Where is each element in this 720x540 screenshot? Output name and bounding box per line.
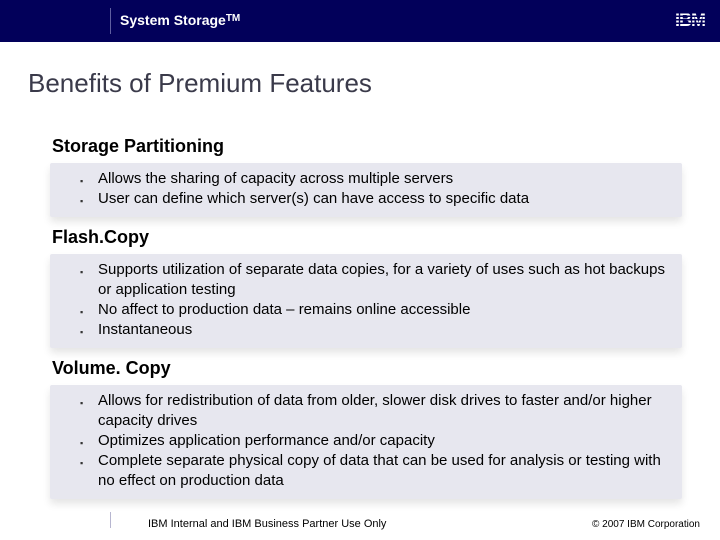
content: Storage Partitioning Allows the sharing … bbox=[50, 128, 682, 501]
list-item: Supports utilization of separate data co… bbox=[58, 260, 674, 300]
slide: System StorageTM IBM Benefits of Premium… bbox=[0, 0, 720, 540]
list-item: Allows for redistribution of data from o… bbox=[58, 391, 674, 431]
section-body: Allows the sharing of capacity across mu… bbox=[50, 163, 682, 217]
section-heading: Storage Partitioning bbox=[50, 128, 682, 163]
section-storage-partitioning: Storage Partitioning Allows the sharing … bbox=[50, 128, 682, 217]
list-item: Complete separate physical copy of data … bbox=[58, 451, 674, 491]
banner-title: System StorageTM bbox=[120, 12, 240, 28]
bullet-list: Supports utilization of separate data co… bbox=[58, 260, 674, 340]
section-heading: Flash.Copy bbox=[50, 219, 682, 254]
list-item: Optimizes application performance and/or… bbox=[58, 431, 674, 451]
ibm-logo: IBM bbox=[674, 10, 706, 31]
bullet-list: Allows the sharing of capacity across mu… bbox=[58, 169, 674, 209]
slide-title: Benefits of Premium Features bbox=[28, 68, 372, 99]
bullet-list: Allows for redistribution of data from o… bbox=[58, 391, 674, 491]
section-body: Allows for redistribution of data from o… bbox=[50, 385, 682, 499]
footer-copyright: © 2007 IBM Corporation bbox=[592, 519, 700, 530]
footer-divider bbox=[110, 512, 111, 528]
list-item: No affect to production data – remains o… bbox=[58, 300, 674, 320]
section-volume-copy: Volume. Copy Allows for redistribution o… bbox=[50, 350, 682, 499]
banner-title-text: System Storage bbox=[120, 12, 226, 28]
footer: IBM Internal and IBM Business Partner Us… bbox=[0, 512, 720, 532]
list-item: Allows the sharing of capacity across mu… bbox=[58, 169, 674, 189]
footer-note: IBM Internal and IBM Business Partner Us… bbox=[148, 518, 386, 530]
section-body: Supports utilization of separate data co… bbox=[50, 254, 682, 348]
top-banner: System StorageTM IBM bbox=[0, 0, 720, 42]
section-flash-copy: Flash.Copy Supports utilization of separ… bbox=[50, 219, 682, 348]
section-heading: Volume. Copy bbox=[50, 350, 682, 385]
list-item: Instantaneous bbox=[58, 320, 674, 340]
ibm-logo-text: IBM bbox=[674, 10, 706, 31]
trademark: TM bbox=[226, 13, 240, 24]
list-item: User can define which server(s) can have… bbox=[58, 189, 674, 209]
banner-divider bbox=[110, 8, 111, 34]
